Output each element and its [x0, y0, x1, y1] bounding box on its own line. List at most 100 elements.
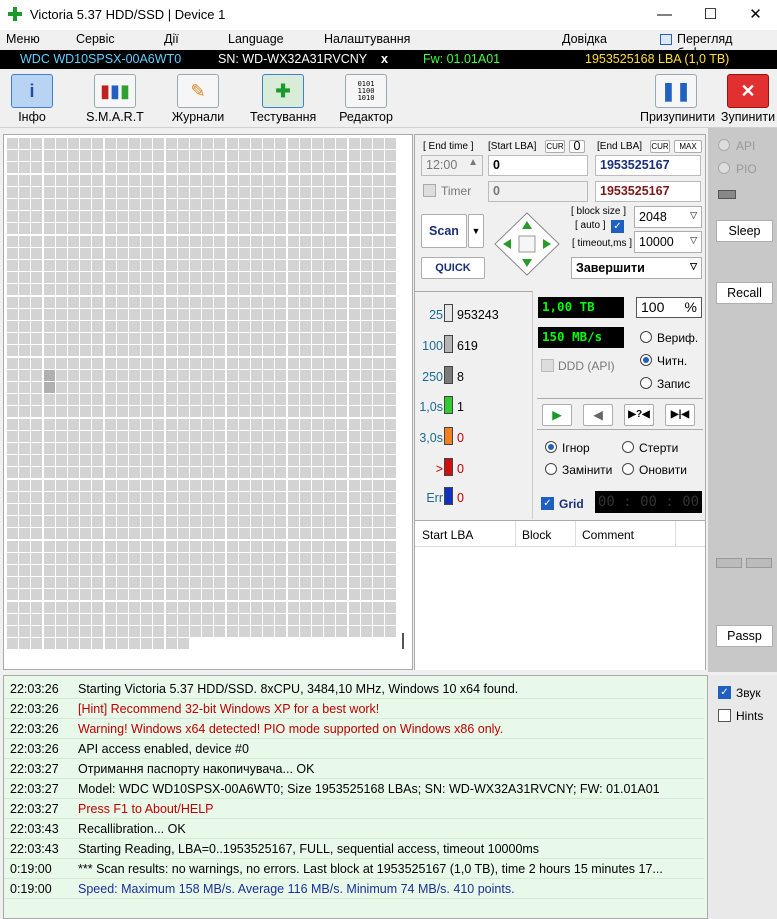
start-cur-value[interactable]: 0 — [569, 140, 585, 153]
scan-block — [348, 565, 360, 576]
butterfly-icon[interactable]: ▶|◀ — [665, 404, 695, 426]
menu-service[interactable]: Сервіс — [76, 32, 115, 46]
ddd-api-checkbox[interactable] — [541, 359, 554, 372]
play-reverse-icon[interactable]: ◀ — [583, 404, 613, 426]
scan-block — [165, 601, 177, 613]
scan-block — [165, 223, 177, 235]
scan-block — [360, 357, 372, 369]
scan-block — [129, 235, 140, 247]
menu-actions[interactable]: Дії — [164, 32, 179, 46]
grid-checkbox[interactable]: ✓ — [541, 497, 554, 510]
scan-block — [299, 613, 311, 625]
verify-radio[interactable] — [640, 331, 652, 343]
play-icon[interactable]: ▶ — [542, 404, 572, 426]
timer-checkbox[interactable] — [423, 184, 436, 197]
random-seek-icon[interactable]: ▶?◀ — [624, 404, 654, 426]
auto-checkbox[interactable]: ✓ — [611, 220, 624, 233]
end-lba-field-2[interactable]: 1953525167 — [595, 181, 701, 202]
scan-block — [165, 345, 177, 357]
scan-block — [92, 369, 104, 381]
hints-label: Hints — [736, 709, 764, 723]
scan-block — [251, 333, 262, 345]
editor-button[interactable]: 0101 1100 1010 Редактор — [336, 74, 396, 126]
scan-block — [68, 589, 79, 601]
replace-radio[interactable] — [545, 463, 557, 475]
stop-button[interactable]: ✕ Зупинити — [718, 74, 777, 126]
scan-block — [43, 418, 55, 430]
scan-block — [336, 589, 348, 601]
scan-block — [190, 272, 201, 284]
menu-help[interactable]: Довідка — [562, 32, 607, 46]
scan-block — [141, 626, 153, 637]
drive-info-bar: WDC WD10SPSX-00A6WT0 SN: WD-WX32A31RVCNY… — [0, 50, 777, 69]
info-button[interactable]: i Інфо — [2, 74, 62, 126]
sleep-button[interactable]: Sleep — [716, 220, 773, 242]
end-cur-button[interactable]: CUR — [650, 140, 670, 153]
col-block[interactable]: Block — [522, 528, 551, 542]
refresh-radio[interactable] — [622, 463, 634, 475]
close-window-button[interactable]: ✕ — [733, 0, 777, 30]
scan-block — [373, 333, 384, 345]
sound-checkbox[interactable]: ✓ — [718, 686, 731, 699]
smart-button[interactable]: ▮ ▮ ▮ S.M.A.R.T — [84, 74, 146, 126]
scan-block — [251, 540, 262, 552]
pause-button[interactable]: ❚❚ Призупинити — [640, 74, 715, 126]
scan-block — [287, 443, 299, 454]
timeout-select[interactable]: 10000 ▽ — [634, 231, 702, 253]
scan-block — [104, 479, 116, 491]
finish-action-select[interactable]: Завершити ▽ — [571, 257, 702, 279]
direction-pad-icon[interactable] — [493, 211, 561, 277]
minimize-button[interactable]: — — [642, 0, 687, 30]
scan-block — [68, 491, 79, 503]
api-radio[interactable] — [718, 139, 730, 151]
scan-block — [202, 443, 214, 454]
passp-button[interactable]: Passp — [716, 625, 773, 647]
start-cur-button[interactable]: CUR — [545, 140, 565, 153]
hints-checkbox[interactable] — [718, 709, 731, 722]
scan-block — [190, 406, 201, 418]
scan-block — [129, 308, 140, 320]
maximize-button[interactable]: ☐ — [688, 0, 733, 30]
menu-settings[interactable]: Налаштування — [324, 32, 410, 46]
scan-block — [324, 528, 336, 540]
start-lba-field[interactable]: 0 — [488, 155, 588, 176]
erase-radio[interactable] — [622, 441, 634, 453]
scan-block — [275, 211, 287, 223]
scan-block — [226, 357, 238, 369]
logs-button[interactable]: ✎ Журнали — [168, 74, 228, 126]
map-scrollbar[interactable] — [402, 633, 404, 649]
pio-radio[interactable] — [718, 162, 730, 174]
scan-block — [129, 247, 140, 259]
block-size-select[interactable]: 2048 ▽ — [634, 206, 702, 228]
scan-block — [177, 540, 189, 552]
scan-block — [348, 296, 360, 308]
end-time-field[interactable]: 12:00 ▲ — [421, 155, 483, 176]
col-comment[interactable]: Comment — [582, 528, 634, 542]
scan-dropdown-button[interactable]: ▼ — [468, 214, 484, 248]
log-time: 0:19:00 — [10, 862, 52, 876]
quick-button[interactable]: QUICK — [421, 257, 485, 279]
menu-language[interactable]: Language — [228, 32, 284, 46]
scan-block — [312, 162, 323, 174]
drive-close-x[interactable]: x — [381, 52, 388, 66]
scan-block — [336, 235, 348, 247]
scan-block — [299, 357, 311, 369]
end-max-button[interactable]: MAX — [674, 140, 702, 153]
toolbar: i Інфо ▮ ▮ ▮ S.M.A.R.T ✎ Журнали ✚ Тестува… — [0, 70, 777, 128]
col-start-lba[interactable]: Start LBA — [422, 528, 473, 542]
read-radio[interactable] — [640, 354, 652, 366]
testing-button[interactable]: ✚ Тестування — [250, 74, 316, 126]
menu-main[interactable]: Меню — [6, 32, 40, 46]
scan-block — [373, 455, 384, 467]
recall-button[interactable]: Recall — [716, 282, 773, 304]
write-radio[interactable] — [640, 377, 652, 389]
scan-block — [55, 272, 67, 284]
ignore-radio[interactable] — [545, 441, 557, 453]
scan-block — [43, 223, 55, 235]
scan-block — [43, 211, 55, 223]
scan-block — [104, 369, 116, 381]
scan-block — [177, 382, 189, 393]
scan-button[interactable]: Scan — [421, 214, 467, 248]
scan-block — [202, 138, 214, 149]
end-lba-field[interactable]: 1953525167 — [595, 155, 701, 176]
